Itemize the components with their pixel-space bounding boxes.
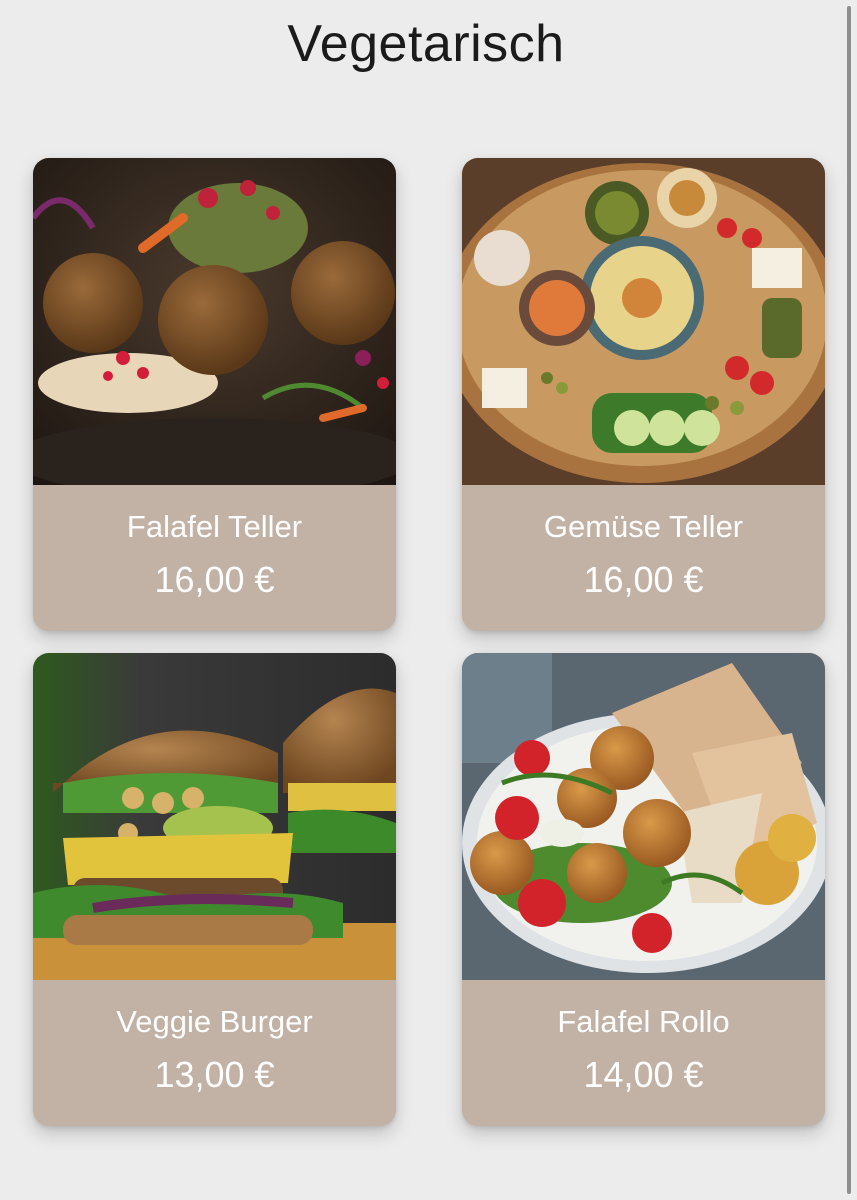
card-footer: Veggie Burger 13,00 €	[33, 980, 396, 1126]
item-name: Veggie Burger	[116, 1004, 313, 1039]
falafel-wrap-image	[462, 653, 825, 980]
card-footer: Falafel Teller 16,00 €	[33, 485, 396, 631]
page-title: Vegetarisch	[287, 15, 565, 73]
menu-card-falafel-rollo[interactable]: Falafel Rollo 14,00 €	[462, 653, 825, 1126]
vegetable-platter-image	[462, 158, 825, 485]
item-price: 16,00 €	[583, 559, 704, 600]
menu-page: Vegetarisch Falafel Teller 16,00 € Gemüs…	[0, 0, 857, 1200]
menu-card-falafel-teller[interactable]: Falafel Teller 16,00 €	[33, 158, 396, 631]
menu-grid: Falafel Teller 16,00 € Gemüse Teller 16,…	[33, 158, 825, 1126]
item-name: Falafel Teller	[126, 509, 303, 544]
item-name: Falafel Rollo	[557, 1004, 730, 1039]
item-price: 14,00 €	[583, 1054, 704, 1095]
scrollbar[interactable]	[847, 6, 851, 1194]
card-footer: Gemüse Teller 16,00 €	[462, 485, 825, 631]
item-price: 16,00 €	[154, 559, 275, 600]
veggie-burger-image	[33, 653, 396, 980]
item-price: 13,00 €	[154, 1054, 275, 1095]
falafel-plate-image	[33, 158, 396, 485]
menu-card-gemuese-teller[interactable]: Gemüse Teller 16,00 €	[462, 158, 825, 631]
menu-card-veggie-burger[interactable]: Veggie Burger 13,00 €	[33, 653, 396, 1126]
card-footer: Falafel Rollo 14,00 €	[462, 980, 825, 1126]
item-name: Gemüse Teller	[543, 509, 744, 544]
